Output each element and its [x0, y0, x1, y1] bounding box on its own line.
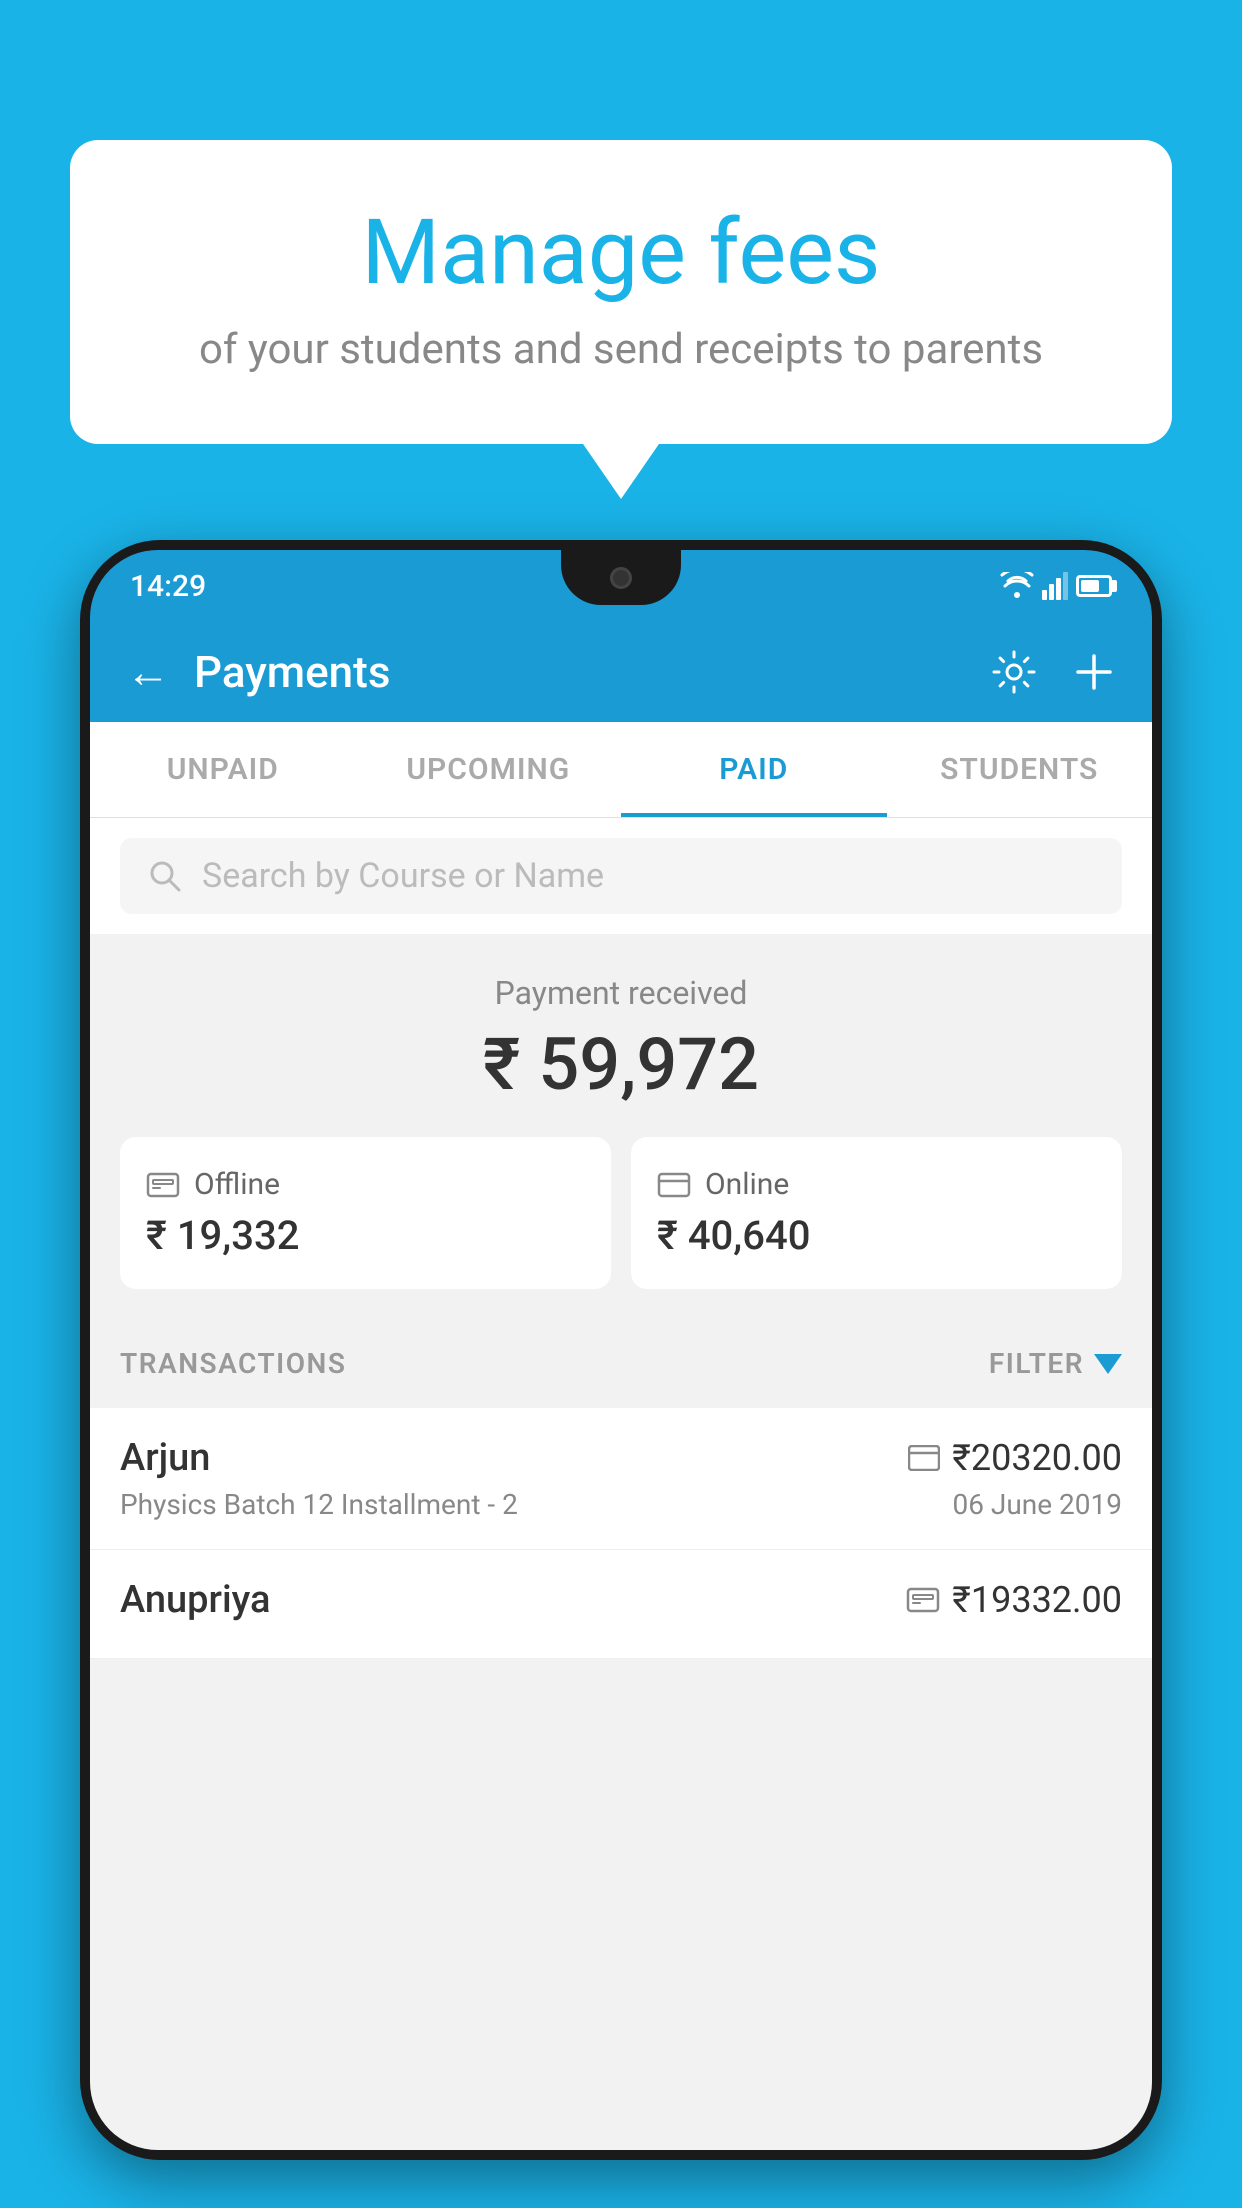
back-button[interactable]: ← [126, 646, 170, 698]
transaction-name: Arjun [120, 1436, 210, 1480]
wifi-icon [1000, 572, 1034, 600]
transactions-label: TRANSACTIONS [120, 1347, 346, 1380]
phone-frame: 14:29 [80, 540, 1162, 2160]
search-bar[interactable]: Search by Course or Name [120, 838, 1122, 914]
payment-received-label: Payment received [120, 974, 1122, 1012]
online-label: Online [705, 1167, 789, 1202]
status-bar: 14:29 [90, 550, 1152, 622]
settings-icon[interactable] [992, 650, 1036, 694]
signal-icon [1042, 572, 1068, 600]
filter-triangle-icon [1094, 1354, 1122, 1374]
transaction-row[interactable]: Anupriya ₹19332.00 [90, 1550, 1152, 1659]
transaction-amount: ₹20320.00 [952, 1437, 1122, 1479]
filter-button[interactable]: FILTER [989, 1347, 1122, 1380]
phone-container: 14:29 [80, 540, 1162, 2208]
battery-icon [1076, 575, 1112, 597]
offline-payment-card: Offline ₹ 19,332 [120, 1137, 611, 1289]
phone-screen: Search by Course or Name Payment receive… [90, 818, 1152, 2150]
transaction-course: Physics Batch 12 Installment - 2 [120, 1488, 518, 1521]
tab-upcoming[interactable]: UPCOMING [356, 722, 622, 817]
transaction-row[interactable]: Arjun ₹20320.00 Physics Batch 12 Install… [90, 1408, 1152, 1550]
speech-bubble-title: Manage fees [140, 200, 1102, 305]
add-icon[interactable] [1072, 650, 1116, 694]
status-icons [1000, 572, 1112, 600]
transaction-amount: ₹19332.00 [952, 1579, 1122, 1621]
status-time: 14:29 [130, 569, 206, 604]
online-amount: ₹ 40,640 [657, 1212, 1096, 1259]
online-payment-card: Online ₹ 40,640 [631, 1137, 1122, 1289]
speech-bubble-subtitle: of your students and send receipts to pa… [140, 325, 1102, 374]
search-placeholder: Search by Course or Name [202, 856, 604, 896]
payment-received-section: Payment received ₹ 59,972 Offl [90, 934, 1152, 1319]
transaction-date: 06 June 2019 [952, 1488, 1122, 1521]
online-transaction-icon [908, 1445, 940, 1471]
search-bar-container: Search by Course or Name [90, 818, 1152, 934]
offline-transaction-icon [906, 1585, 940, 1615]
offline-icon [146, 1170, 180, 1200]
transaction-name: Anupriya [120, 1578, 270, 1622]
payment-cards: Offline ₹ 19,332 Online [120, 1137, 1122, 1289]
header-icons [992, 650, 1116, 694]
online-icon [657, 1172, 691, 1198]
phone-notch [561, 550, 681, 605]
tab-unpaid[interactable]: UNPAID [90, 722, 356, 817]
app-header: ← Payments [90, 622, 1152, 722]
offline-label: Offline [194, 1167, 280, 1202]
payment-total-amount: ₹ 59,972 [120, 1022, 1122, 1107]
tab-students[interactable]: STUDENTS [887, 722, 1153, 817]
transaction-amount-wrapper: ₹20320.00 [908, 1437, 1122, 1479]
phone-screen-inner: 14:29 [90, 550, 1152, 2150]
app-title: Payments [194, 646, 992, 698]
camera [610, 567, 632, 589]
offline-amount: ₹ 19,332 [146, 1212, 585, 1259]
tabs-bar: UNPAID UPCOMING PAID STUDENTS [90, 722, 1152, 818]
transaction-amount-wrapper: ₹19332.00 [906, 1579, 1122, 1621]
speech-bubble: Manage fees of your students and send re… [70, 140, 1172, 444]
transactions-header: TRANSACTIONS FILTER [90, 1319, 1152, 1408]
search-icon [148, 859, 182, 893]
tab-paid[interactable]: PAID [621, 722, 887, 817]
